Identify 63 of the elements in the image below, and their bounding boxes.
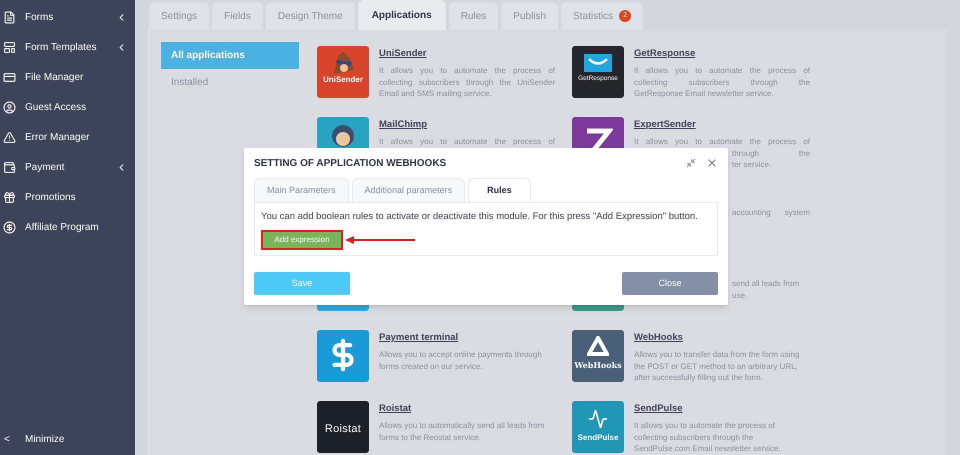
app-description: collecting subscribers through the: [634, 432, 754, 443]
app-description: collecting subscribers through the UniSender: [379, 76, 555, 88]
app-description: It allows you to automate the process of: [379, 136, 555, 148]
envelope-icon: [584, 54, 612, 72]
app-description: through the: [732, 148, 810, 159]
app-title-link[interactable]: MailChimp: [379, 119, 428, 130]
app-description: forms created on our service.: [379, 360, 484, 372]
resize-icon[interactable]: [686, 158, 696, 168]
dialog-title: SETTING OF APPLICATION WEBHOOKS: [254, 156, 448, 170]
logo-text: UniSender: [322, 76, 363, 84]
sidebar-item[interactable]: Promotions: [0, 182, 135, 212]
menu-icon: [3, 10, 16, 24]
app-description: after successfully filling out the form.: [634, 372, 764, 384]
app-title-link[interactable]: UniSender: [379, 48, 427, 59]
app-title-link[interactable]: ExpertSender: [634, 119, 696, 130]
sidebar-item[interactable]: Affiliate Program: [0, 212, 135, 242]
rules-message: You can add boolean rules to activate or deactivate this module. For this press "Add Expression" button.: [261, 210, 699, 224]
app-description: Allows you to accept online payments through: [379, 349, 543, 360]
webhook-icon: [587, 336, 609, 358]
app-title-link[interactable]: GetResponse: [634, 48, 696, 59]
logo-text: Roistat: [324, 422, 362, 437]
pointer-arrow: [345, 236, 415, 244]
app-description: use.: [732, 290, 748, 301]
sidebar-item[interactable]: Payment: [0, 152, 135, 182]
logo-text: SendPulse: [578, 434, 618, 442]
sidebar-item[interactable]: Form Templates: [0, 32, 135, 62]
monkey-icon: [330, 123, 356, 149]
app-description: It allows you to automate the process of: [379, 65, 555, 76]
app-description: Allows you to transfer data from the form using: [634, 349, 800, 360]
pulse-icon: [588, 409, 608, 429]
app-description: send all leads from: [732, 278, 800, 290]
app-description: ter service.: [732, 159, 772, 170]
menu-icon: [3, 220, 16, 234]
sidebar-item[interactable]: Guest Access: [0, 92, 135, 122]
menu-icon: [3, 100, 16, 114]
app-title-link[interactable]: Payment terminal: [379, 332, 458, 343]
menu-icon: [3, 40, 16, 54]
sidebar-item[interactable]: Forms: [0, 2, 135, 32]
app-description: collecting subscribers through the: [634, 76, 810, 88]
app-description: Allows you to automatically send all leads from: [379, 420, 546, 432]
app-description: accounting system: [732, 207, 810, 218]
app-title-link[interactable]: WebHooks: [634, 332, 683, 343]
app-title-link[interactable]: Roistat: [379, 403, 412, 414]
menu-icon: [3, 70, 16, 84]
app-description: It allows you to automate the process of: [634, 136, 810, 148]
menu-icon: [3, 190, 16, 204]
logo-text: WebHooks: [574, 361, 622, 369]
app-description: It allows you to automate the process of: [634, 65, 810, 76]
minimize-button[interactable]: < Minimize: [0, 424, 135, 454]
tab[interactable]: Applications: [358, 0, 446, 30]
sidebar-item[interactable]: File Manager: [0, 62, 135, 92]
app-description: SendPulse.com Email newsletter service.: [634, 443, 782, 454]
app-description: It allows you to automate the process of: [634, 420, 776, 432]
app-description: the POST or GET method to an arbitrary URL,: [634, 360, 799, 372]
menu-icon: [3, 130, 16, 144]
sidebar-item[interactable]: Error Manager: [0, 122, 135, 152]
menu-icon: [3, 160, 16, 174]
app-description: forms to the Reostat service.: [379, 432, 482, 443]
close-icon[interactable]: [706, 157, 718, 169]
app-description: Email and SMS mailing service.: [379, 88, 492, 100]
dialog-tab[interactable]: Rules: [468, 178, 531, 202]
app-description: GetResponse Email newsletter service.: [634, 88, 775, 100]
app-title-link[interactable]: SendPulse: [634, 403, 683, 414]
